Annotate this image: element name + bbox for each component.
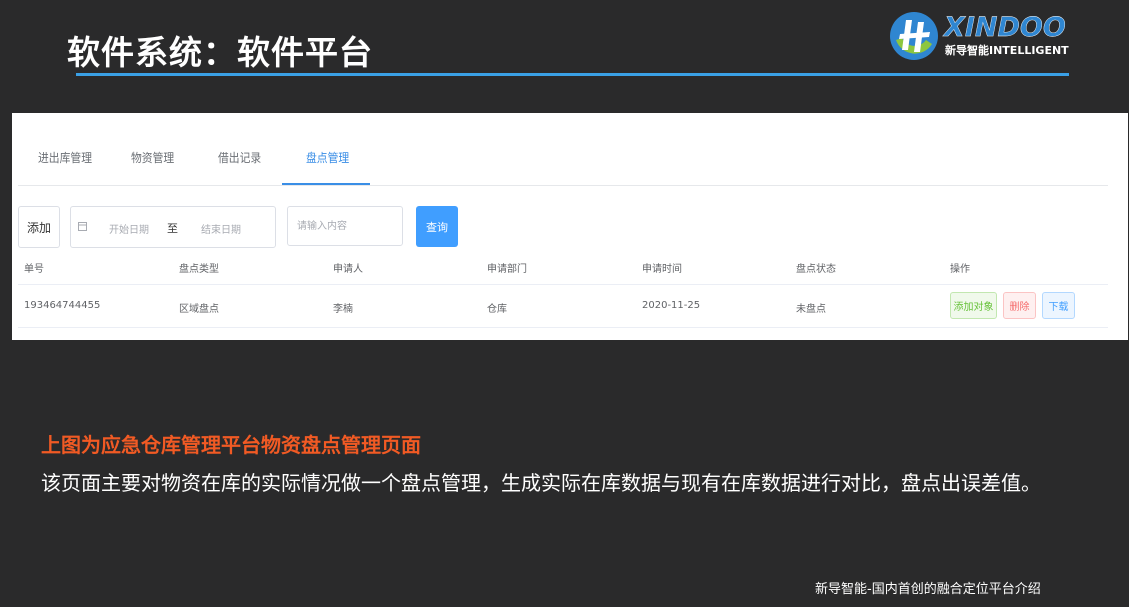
- cell-check-status: 未盘点: [796, 304, 826, 315]
- title-underline: [76, 73, 1069, 76]
- date-range-picker[interactable]: 开始日期 至 结束日期: [70, 206, 276, 248]
- footer-text: 新导智能-国内首创的融合定位平台介绍: [815, 582, 1041, 597]
- column-header-check-type: 盘点类型: [179, 264, 219, 275]
- column-header-number: 单号: [24, 264, 44, 275]
- tab-inout[interactable]: 进出库管理: [38, 149, 92, 166]
- caption-title: 上图为应急仓库管理平台物资盘点管理页面: [41, 433, 421, 457]
- end-date-placeholder[interactable]: 结束日期: [201, 221, 241, 236]
- table-row-divider: [18, 327, 1108, 328]
- date-separator: 至: [167, 222, 178, 235]
- cell-department: 仓库: [487, 304, 507, 315]
- tab-materials[interactable]: 物资管理: [131, 149, 174, 166]
- cell-apply-time: 2020-11-25: [642, 300, 701, 311]
- tab-inventory-check[interactable]: 盘点管理: [306, 149, 349, 166]
- logo-emblem-icon: [890, 12, 938, 60]
- add-object-button[interactable]: 添加对象: [950, 292, 997, 319]
- cell-number: 193464744455: [24, 300, 101, 311]
- company-logo: XINDOO 新导智能INTELLIGENT: [888, 10, 1088, 62]
- cell-check-type: 区域盘点: [179, 304, 219, 315]
- query-button[interactable]: 查询: [416, 206, 458, 247]
- start-date-placeholder[interactable]: 开始日期: [109, 221, 149, 236]
- tab-lending-records[interactable]: 借出记录: [218, 149, 261, 166]
- column-header-apply-time: 申请时间: [642, 264, 682, 275]
- column-header-actions: 操作: [950, 264, 970, 275]
- tab-bar: 进出库管理 物资管理 借出记录 盘点管理: [18, 113, 1108, 186]
- download-button[interactable]: 下载: [1042, 292, 1075, 319]
- active-tab-indicator: [282, 183, 370, 185]
- column-header-applicant: 申请人: [333, 264, 363, 275]
- caption-body: 该页面主要对物资在库的实际情况做一个盘点管理，生成实际在库数据与现有在库数据进行…: [41, 471, 1041, 495]
- logo-subtitle: 新导智能INTELLIGENT: [945, 44, 1069, 57]
- table-header-divider: [18, 284, 1108, 285]
- calendar-icon: [78, 222, 87, 231]
- logo-brand-text: XINDOO: [944, 12, 1066, 43]
- add-button[interactable]: 添加: [18, 206, 60, 248]
- app-screenshot-panel: 进出库管理 物资管理 借出记录 盘点管理 添加 开始日期 至 结束日期 查询 单…: [12, 113, 1128, 340]
- search-input[interactable]: [287, 206, 403, 246]
- column-header-department: 申请部门: [487, 264, 527, 275]
- column-header-check-status: 盘点状态: [796, 264, 836, 275]
- slide-title: 软件系统：软件平台: [67, 33, 373, 72]
- cell-applicant: 李楠: [333, 304, 353, 315]
- delete-button[interactable]: 删除: [1003, 292, 1036, 319]
